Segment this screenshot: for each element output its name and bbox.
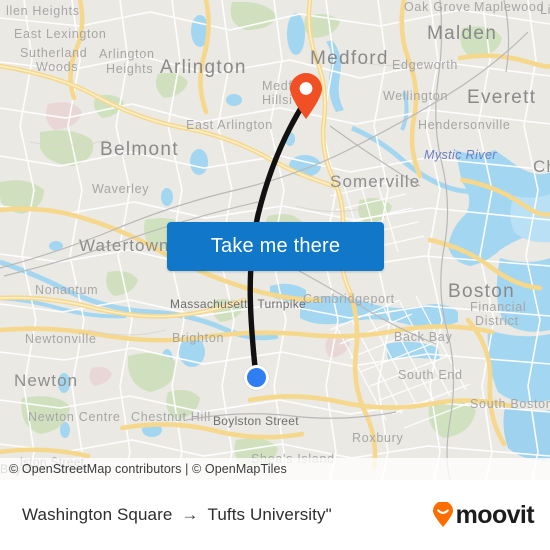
moovit-pin-icon — [432, 502, 453, 527]
map-attribution: © OpenStreetMap contributors | © OpenMap… — [0, 458, 550, 480]
trip-origin-label: Washington Square — [22, 505, 173, 524]
moovit-wordmark: moovit — [455, 500, 535, 529]
trip-destination-label: Tufts University" — [207, 505, 332, 524]
origin-marker[interactable] — [244, 365, 269, 390]
destination-pin[interactable] — [288, 72, 324, 120]
moovit-logo[interactable]: moovit — [431, 500, 535, 529]
moovit-map-card: llen Heights East Lexington Sutherland Wood… — [0, 0, 550, 550]
card-footer: Washington Square → Tufts University" mo… — [0, 480, 550, 550]
take-me-there-button[interactable]: Take me there — [167, 222, 384, 271]
map-pin-icon — [290, 73, 322, 119]
arrow-right-icon: → — [181, 505, 199, 524]
map-canvas[interactable]: llen Heights East Lexington Sutherland Wood… — [0, 0, 550, 480]
trip-summary: Washington Square → Tufts University" — [22, 505, 332, 525]
attribution-text: © OpenStreetMap contributors | © OpenMap… — [9, 462, 287, 476]
